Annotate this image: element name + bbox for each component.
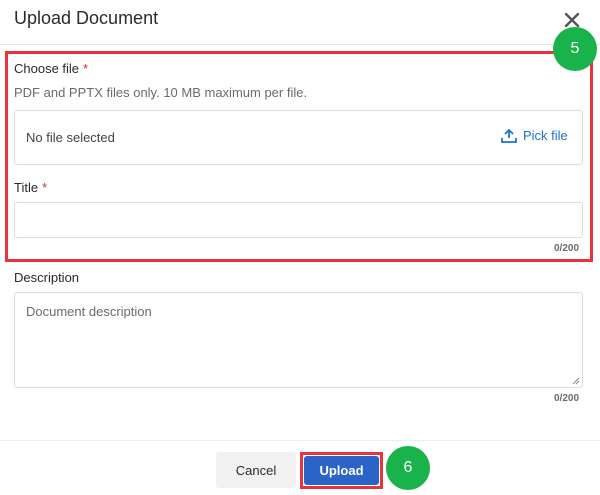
- choose-file-label-text: Choose file: [14, 61, 80, 76]
- close-icon: [564, 12, 580, 28]
- file-picker[interactable]: No file selected Pick file: [14, 110, 583, 165]
- title-input[interactable]: [14, 202, 583, 238]
- dialog-header: Upload Document: [0, 0, 600, 45]
- upload-button[interactable]: Upload: [304, 456, 379, 485]
- description-textarea[interactable]: Document description: [14, 292, 583, 388]
- required-marker: *: [42, 180, 48, 195]
- description-label: Description: [14, 270, 80, 285]
- title-label-text: Title: [14, 180, 39, 195]
- title-label: Title *: [14, 180, 47, 195]
- annotation-badge-6: 6: [386, 446, 430, 490]
- required-marker: *: [83, 61, 89, 76]
- description-placeholder: Document description: [26, 304, 152, 319]
- resize-handle-icon[interactable]: [572, 377, 580, 385]
- dialog-title: Upload Document: [14, 8, 159, 28]
- pick-file-button[interactable]: Pick file: [501, 128, 568, 143]
- file-status: No file selected: [26, 130, 115, 145]
- cancel-button[interactable]: Cancel: [216, 452, 296, 488]
- upload-icon: [501, 128, 517, 143]
- annotation-badge-5: 5: [553, 27, 597, 71]
- pick-file-label: Pick file: [523, 128, 568, 143]
- description-char-counter: 0/200: [554, 393, 580, 404]
- choose-file-helper-text: PDF and PPTX files only. 10 MB maximum p…: [14, 85, 308, 100]
- choose-file-label: Choose file *: [14, 61, 88, 76]
- title-char-counter: 0/200: [554, 243, 580, 254]
